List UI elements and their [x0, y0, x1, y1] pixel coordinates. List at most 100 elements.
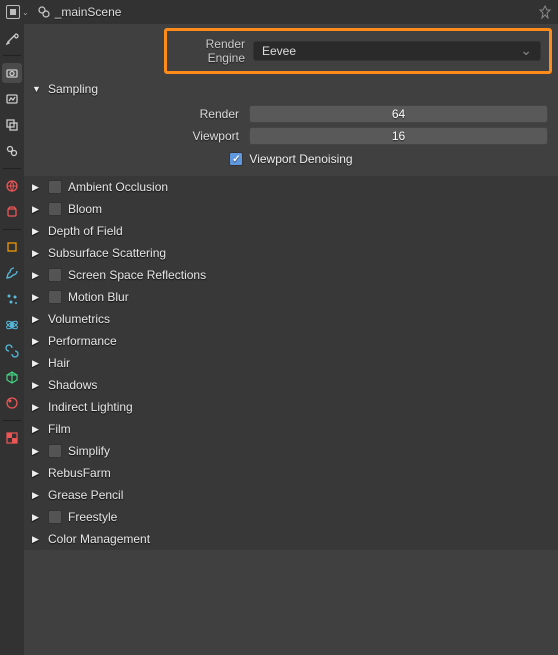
disclosure-right-icon: ▶: [32, 468, 42, 479]
panel-checkbox[interactable]: [48, 444, 62, 458]
material-icon[interactable]: [2, 393, 22, 413]
sidebar-divider: [3, 420, 21, 421]
scene-datablock-icon: [37, 5, 51, 19]
panel-indirect-lighting: ▶Indirect Lighting: [24, 396, 558, 418]
particle-icon[interactable]: [2, 289, 22, 309]
viewport-denoising-checkbox[interactable]: [229, 152, 243, 166]
physics-icon[interactable]: [2, 315, 22, 335]
panel-header[interactable]: ▶ Motion Blur: [24, 286, 558, 308]
editor-type-dropdown[interactable]: ⌄: [6, 5, 29, 19]
panel-header[interactable]: ▶ Volumetrics: [24, 308, 558, 330]
sidebar-divider: [3, 229, 21, 230]
panel-checkbox[interactable]: [48, 180, 62, 194]
panel-header[interactable]: ▶ Depth of Field: [24, 220, 558, 242]
panel-hair: ▶Hair: [24, 352, 558, 374]
panel-label: Simplify: [68, 444, 110, 458]
disclosure-right-icon: ▶: [32, 226, 42, 237]
render-engine-select[interactable]: Eevee: [253, 41, 541, 61]
panel-label: Subsurface Scattering: [48, 246, 166, 260]
panel-checkbox[interactable]: [48, 290, 62, 304]
panel-ambient-occlusion: ▶Ambient Occlusion: [24, 176, 558, 198]
panel-label: Volumetrics: [48, 312, 110, 326]
render-engine-highlight: Render Engine Eevee: [164, 28, 552, 74]
panel-label: Performance: [48, 334, 117, 348]
disclosure-right-icon: ▶: [32, 534, 42, 545]
panel-header[interactable]: ▶ Subsurface Scattering: [24, 242, 558, 264]
disclosure-right-icon: ▶: [32, 270, 42, 281]
collection-icon[interactable]: [2, 202, 22, 222]
properties-tab-sidebar: [0, 24, 24, 655]
panel-color-management: ▶ Color Management: [24, 528, 558, 550]
panel-header[interactable]: ▶ Bloom: [24, 198, 558, 220]
disclosure-right-icon: ▶: [32, 424, 42, 435]
render-engine-value: Eevee: [262, 44, 296, 58]
disclosure-right-icon: ▶: [32, 490, 42, 501]
panel-header[interactable]: ▶Hair: [24, 352, 558, 374]
scene-name-field[interactable]: _mainScene: [37, 5, 122, 19]
panel-label: Screen Space Reflections: [68, 268, 206, 282]
scene-icon[interactable]: [2, 141, 22, 161]
render-icon[interactable]: [2, 63, 22, 83]
disclosure-right-icon: ▶: [32, 248, 42, 259]
pin-icon[interactable]: [538, 5, 552, 19]
panel-volumetrics: ▶ Volumetrics: [24, 308, 558, 330]
modifier-icon[interactable]: [2, 263, 22, 283]
panel-label: Shadows: [48, 378, 97, 392]
panel-label: Color Management: [48, 532, 150, 546]
disclosure-down-icon: ▼: [32, 84, 42, 94]
panel-header[interactable]: ▶ Screen Space Reflections: [24, 264, 558, 286]
panel-label: Indirect Lighting: [48, 400, 133, 414]
constraint-icon[interactable]: [2, 341, 22, 361]
panel-checkbox[interactable]: [48, 268, 62, 282]
panel-header[interactable]: ▶ RebusFarm: [24, 462, 558, 484]
panel-header[interactable]: ▶Indirect Lighting: [24, 396, 558, 418]
panel-film: ▶ Film: [24, 418, 558, 440]
properties-main: Render Engine Eevee ▼ Sampling Render 64…: [24, 24, 558, 655]
tool-icon[interactable]: [2, 28, 22, 48]
disclosure-right-icon: ▶: [32, 314, 42, 325]
disclosure-right-icon: ▶: [32, 182, 42, 193]
disclosure-right-icon: ▶: [32, 336, 42, 347]
panel-header[interactable]: ▶Freestyle: [24, 506, 558, 528]
sampling-header[interactable]: ▼ Sampling: [24, 78, 558, 100]
panel-header[interactable]: ▶ Grease Pencil: [24, 484, 558, 506]
sidebar-divider: [3, 55, 21, 56]
panel-label: Motion Blur: [68, 290, 129, 304]
panel-label: RebusFarm: [48, 466, 111, 480]
disclosure-right-icon: ▶: [32, 380, 42, 391]
output-icon[interactable]: [2, 89, 22, 109]
panel-performance: ▶ Performance: [24, 330, 558, 352]
panel-label: Depth of Field: [48, 224, 123, 238]
panel-label: Freestyle: [68, 510, 117, 524]
texture-icon[interactable]: [2, 428, 22, 448]
sidebar-divider: [3, 168, 21, 169]
panel-motion-blur: ▶ Motion Blur: [24, 286, 558, 308]
object-icon[interactable]: [2, 237, 22, 257]
panel-header[interactable]: ▶ Simplify: [24, 440, 558, 462]
panel-checkbox[interactable]: [48, 202, 62, 216]
scene-name-text: _mainScene: [55, 5, 122, 19]
panel-label: Film: [48, 422, 71, 436]
disclosure-right-icon: ▶: [32, 204, 42, 215]
panel-header[interactable]: ▶ Performance: [24, 330, 558, 352]
panel-header[interactable]: ▶ Shadows: [24, 374, 558, 396]
sampling-panel: ▼ Sampling Render 64 Viewport 16 Viewpor…: [24, 78, 558, 176]
panel-header[interactable]: ▶Ambient Occlusion: [24, 176, 558, 198]
mesh-icon[interactable]: [2, 367, 22, 387]
viewport-samples-label: Viewport: [34, 129, 249, 143]
render-samples-input[interactable]: 64: [249, 105, 548, 123]
world-icon[interactable]: [2, 176, 22, 196]
disclosure-right-icon: ▶: [32, 446, 42, 457]
sampling-title: Sampling: [48, 82, 98, 96]
viewlayer-icon[interactable]: [2, 115, 22, 135]
panel-label: Grease Pencil: [48, 488, 123, 502]
panel-header[interactable]: ▶ Color Management: [24, 528, 558, 550]
panel-label: Bloom: [68, 202, 102, 216]
disclosure-right-icon: ▶: [32, 358, 42, 369]
header-bar: ⌄ _mainScene: [0, 0, 558, 24]
disclosure-right-icon: ▶: [32, 292, 42, 303]
panel-checkbox[interactable]: [48, 510, 62, 524]
panel-subsurface-scattering: ▶ Subsurface Scattering: [24, 242, 558, 264]
viewport-samples-input[interactable]: 16: [249, 127, 548, 145]
panel-header[interactable]: ▶ Film: [24, 418, 558, 440]
